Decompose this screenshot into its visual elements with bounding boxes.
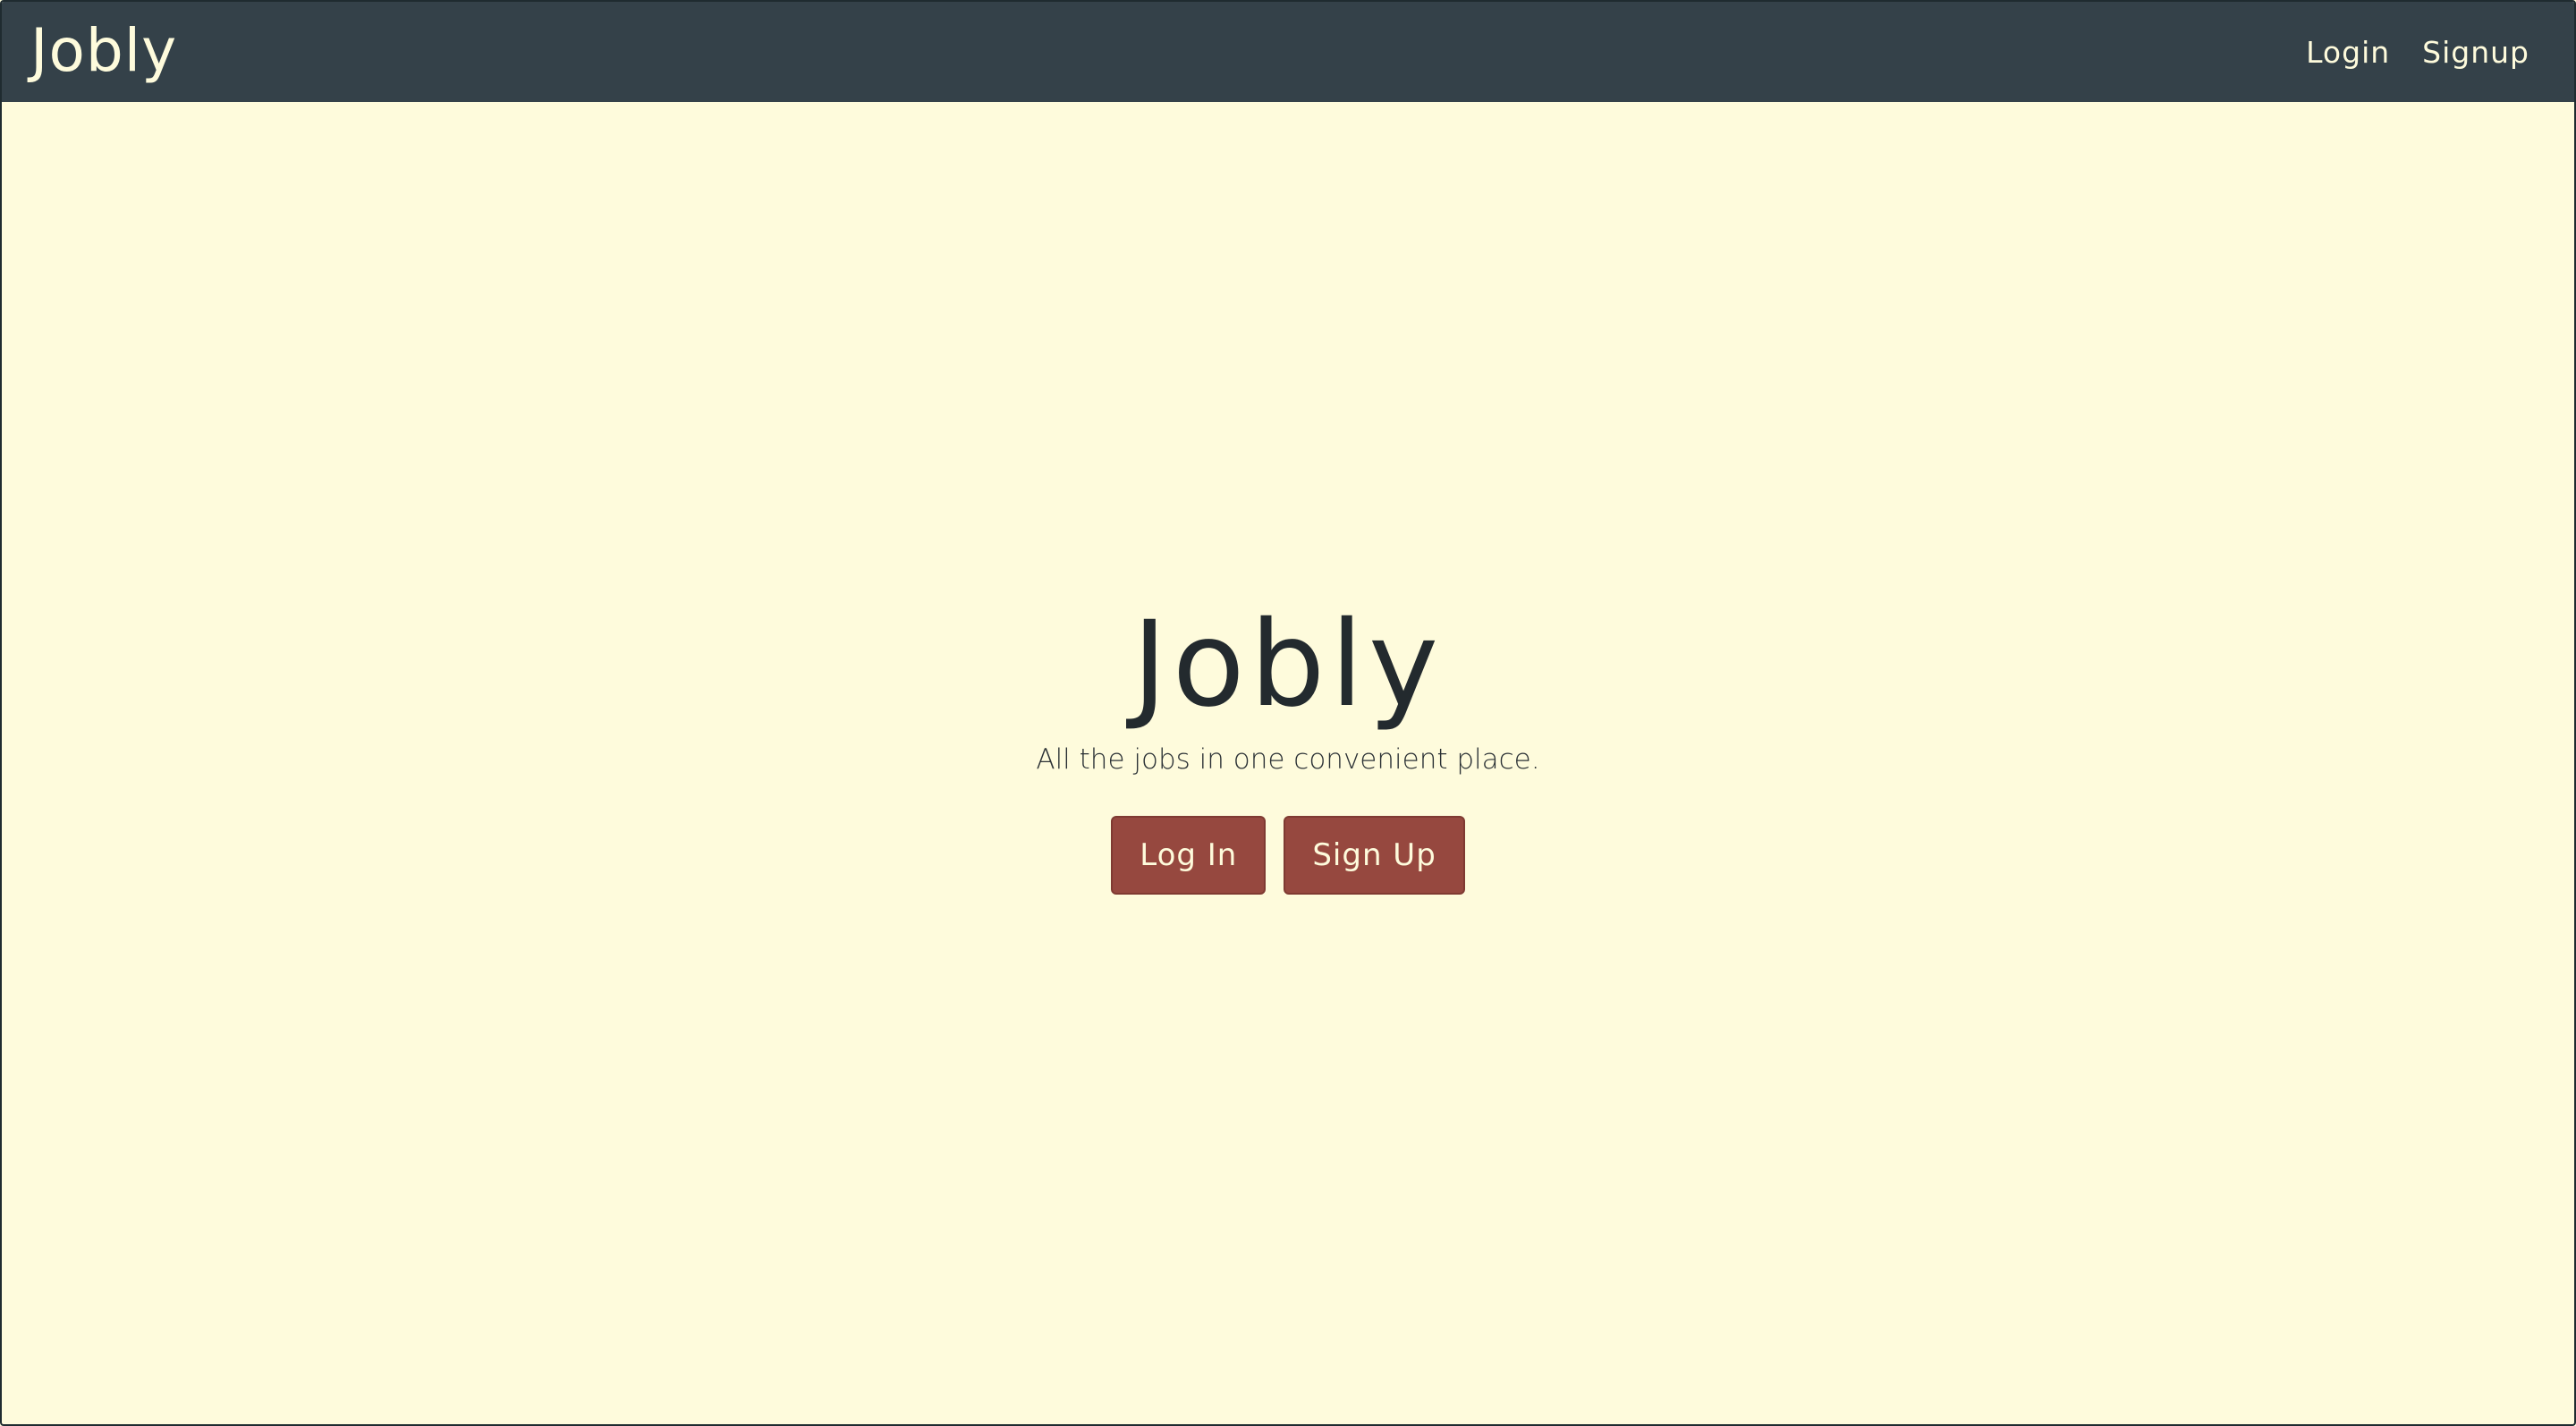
brand-logo-link[interactable]: Jobly: [30, 21, 177, 81]
hero-title: Jobly: [1131, 596, 1445, 734]
top-navbar: Jobly Login Signup: [2, 2, 2574, 102]
nav-login-link[interactable]: Login: [2306, 35, 2390, 70]
hero-subtitle: All the jobs in one convenient place.: [1036, 743, 1540, 776]
page-frame: Jobly Login Signup Jobly All the jobs in…: [0, 0, 2576, 1426]
hero-section: Jobly All the jobs in one convenient pla…: [2, 601, 2574, 895]
nav-links: Login Signup: [2306, 35, 2529, 70]
nav-signup-link[interactable]: Signup: [2422, 35, 2529, 70]
login-button[interactable]: Log In: [1111, 815, 1267, 895]
hero-buttons: Log In Sign Up: [2, 815, 2574, 895]
signup-button[interactable]: Sign Up: [1284, 815, 1465, 895]
